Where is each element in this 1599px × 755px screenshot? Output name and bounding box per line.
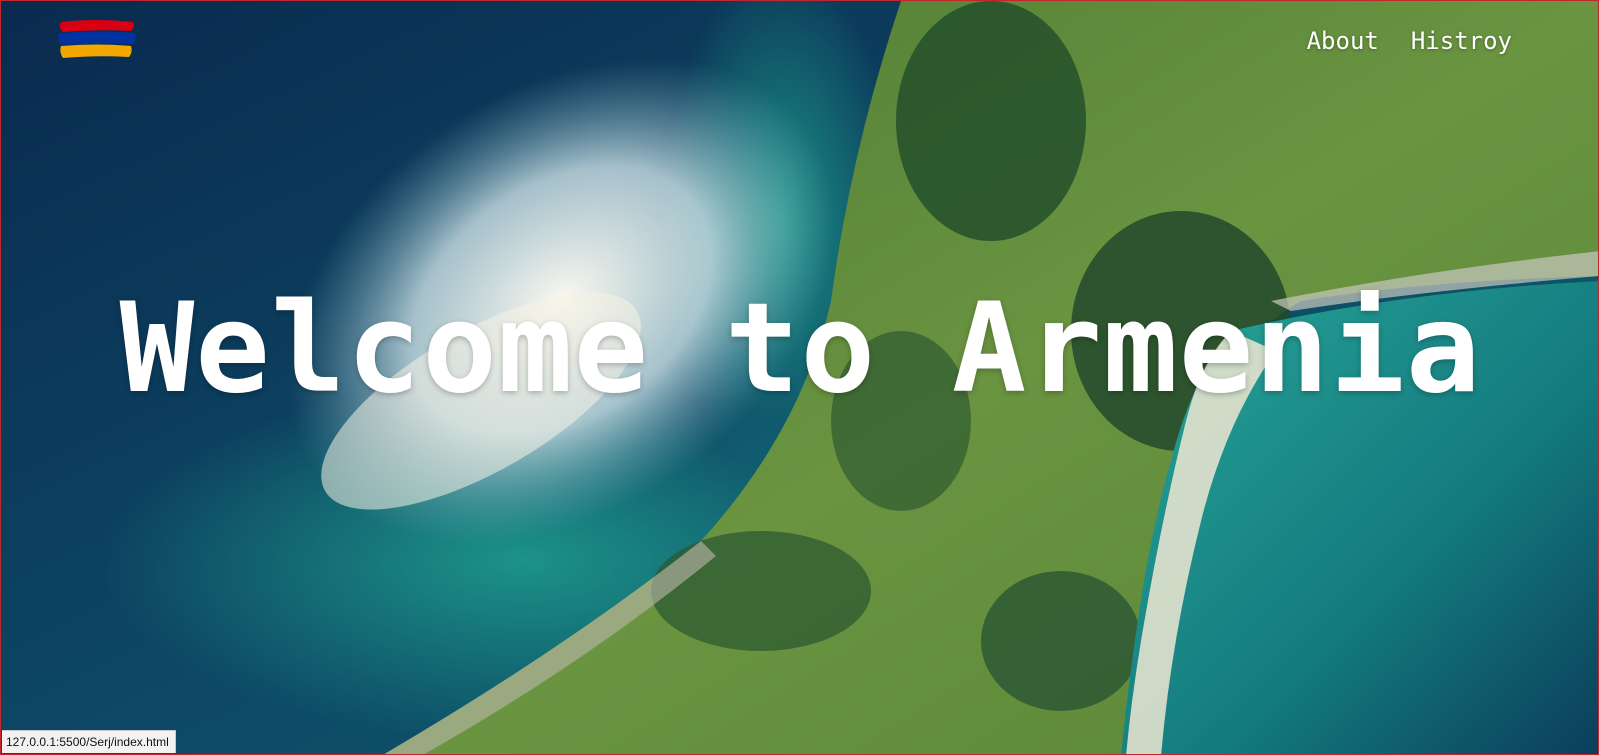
browser-status-url: 127.0.0.1:5500/Serj/index.html [2, 730, 176, 753]
armenian-flag-icon[interactable] [57, 18, 137, 60]
nav-link-about[interactable]: About [1307, 27, 1379, 55]
hero-section: About Histroy Welcome to Armenia 127.0.0… [0, 0, 1599, 755]
main-nav: About Histroy [1307, 27, 1512, 55]
hero-title: Welcome to Armenia [119, 277, 1482, 421]
nav-link-history[interactable]: Histroy [1411, 27, 1512, 55]
